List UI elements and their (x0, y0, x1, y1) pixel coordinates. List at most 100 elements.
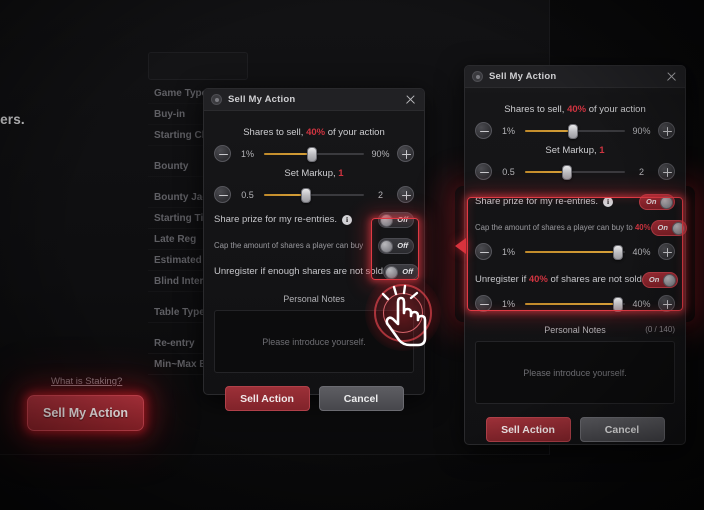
personal-notes-header: Personal Notes (214, 292, 414, 305)
screenshot-root: ther players. Game Type Buy-in Starting … (0, 0, 704, 510)
unregister-slider-row: 1% 40% (475, 295, 675, 312)
option-label: Unregister if enough shares are not sold (214, 266, 383, 277)
cancel-button[interactable]: Cancel (318, 386, 404, 411)
personal-notes-input[interactable]: Please introduce yourself. (214, 310, 414, 373)
shares-decrement-button[interactable] (214, 145, 231, 162)
share-prize-toggle[interactable]: On (639, 193, 675, 210)
markup-decrement-button[interactable] (214, 186, 231, 203)
personal-notes-header: Personal Notes (0 / 140) (475, 323, 675, 336)
spec-label: Re-entry (154, 338, 195, 349)
spec-label: Bounty (154, 161, 189, 172)
share-prize-toggle[interactable]: Off (378, 211, 414, 228)
cap-shares-toggle[interactable]: On (650, 219, 687, 236)
toggle-state-label: Off (397, 214, 408, 224)
slider-knob[interactable] (301, 187, 311, 203)
slider-fill (525, 302, 618, 305)
unregister-toggle[interactable]: On (641, 271, 678, 288)
option-label: Unregister if 40% of shares are not sold (475, 274, 642, 285)
markup-slider[interactable] (525, 164, 625, 180)
toggle-state-label: On (646, 196, 657, 206)
slider-knob[interactable] (307, 146, 317, 162)
shares-min-label: 1% (501, 125, 515, 136)
dialog-badge-icon (211, 94, 222, 105)
shares-decrement-button[interactable] (475, 122, 492, 139)
toggle-state-label: On (648, 274, 660, 284)
dialog-button-row: Sell Action Cancel (475, 417, 675, 442)
spec-label: Late Reg (154, 234, 197, 245)
unregister-increment-button[interactable] (658, 295, 675, 312)
shares-slider[interactable] (525, 123, 625, 139)
spec-label: Game Type (154, 88, 208, 99)
shares-slider-row: 1% 90% (214, 145, 414, 162)
option-label: Share prize for my re-entries. (214, 214, 338, 225)
unregister-toggle[interactable]: Off (383, 263, 419, 280)
info-icon[interactable]: i (603, 196, 614, 207)
background-blurb-text: ther players. (0, 112, 25, 127)
toggle-knob (380, 213, 393, 227)
dialog-badge-icon (472, 71, 483, 82)
unregister-label-prefix: Unregister if (475, 274, 527, 285)
dialog-titlebar: Sell My Action (204, 89, 424, 111)
unregister-max-label: 40% (632, 298, 651, 309)
toggle-knob (385, 265, 398, 279)
notes-title: Personal Notes (283, 293, 345, 304)
close-icon[interactable] (665, 70, 678, 83)
spec-header-box (148, 52, 248, 80)
what-is-staking-link[interactable]: What is Staking? (51, 376, 122, 387)
option-label: Cap the amount of shares a player can bu… (475, 223, 651, 232)
markup-increment-button[interactable] (397, 186, 414, 203)
slider-knob[interactable] (568, 123, 578, 139)
cap-slider[interactable] (525, 244, 625, 260)
unregister-min-label: 1% (501, 298, 515, 309)
shares-label-value: 40% (306, 127, 326, 138)
slider-knob[interactable] (613, 244, 623, 260)
markup-increment-button[interactable] (658, 163, 675, 180)
dialog-button-row: Sell Action Cancel (214, 386, 414, 411)
dialog-body: Shares to sell, 40% of your action 1% 90… (204, 111, 424, 419)
shares-min-label: 1% (240, 148, 254, 159)
option-cap-shares-row: Cap the amount of shares a player can bu… (475, 218, 687, 237)
arrow-left-icon (455, 238, 466, 254)
shares-slider[interactable] (264, 146, 364, 162)
slider-knob[interactable] (562, 164, 572, 180)
notes-placeholder: Please introduce yourself. (262, 336, 366, 347)
slider-fill (525, 129, 573, 132)
toggle-state-label: On (657, 222, 668, 232)
cap-max-label: 40% (632, 246, 651, 257)
markup-max-label: 2 (638, 166, 644, 177)
sell-action-button[interactable]: Sell Action (485, 417, 571, 442)
cap-increment-button[interactable] (658, 243, 675, 260)
sell-my-action-button[interactable]: Sell My Action (27, 395, 144, 431)
sell-my-action-dialog-before: Sell My Action Shares to sell, 40% of yo… (203, 88, 425, 411)
set-markup-label: Set Markup, 1 (214, 168, 414, 179)
info-icon[interactable]: i (342, 214, 353, 225)
markup-slider[interactable] (264, 187, 364, 203)
option-unregister-row: Unregister if 40% of shares are not sold… (475, 270, 678, 289)
unregister-label-suffix: of shares are not sold (550, 274, 642, 285)
slider-knob[interactable] (613, 296, 623, 312)
shares-slider-row: 1% 90% (475, 122, 675, 139)
toggle-knob (671, 221, 685, 235)
cap-decrement-button[interactable] (475, 243, 492, 260)
unregister-decrement-button[interactable] (475, 295, 492, 312)
spec-label: Buy-in (154, 109, 186, 120)
shares-increment-button[interactable] (397, 145, 414, 162)
shares-max-label: 90% (632, 125, 651, 136)
option-label: Cap the amount of shares a player can bu… (214, 241, 364, 250)
cap-slider-row: 1% 40% (475, 243, 675, 260)
slider-fill (525, 250, 618, 253)
personal-notes-input[interactable]: Please introduce yourself. (475, 341, 675, 404)
unregister-label-value: 40% (528, 274, 548, 285)
cap-shares-toggle[interactable]: Off (378, 237, 414, 254)
shares-increment-button[interactable] (658, 122, 675, 139)
shares-to-sell-label: Shares to sell, 40% of your action (475, 104, 675, 115)
cap-label-value: 40% (634, 223, 651, 232)
markup-decrement-button[interactable] (475, 163, 492, 180)
notes-char-count: (0 / 140) (645, 325, 675, 334)
unregister-slider[interactable] (525, 296, 625, 312)
spec-label: Table Type (154, 307, 205, 318)
cancel-button[interactable]: Cancel (579, 417, 665, 442)
close-icon[interactable] (404, 93, 417, 106)
toggle-knob (662, 273, 676, 287)
sell-action-button[interactable]: Sell Action (224, 386, 310, 411)
